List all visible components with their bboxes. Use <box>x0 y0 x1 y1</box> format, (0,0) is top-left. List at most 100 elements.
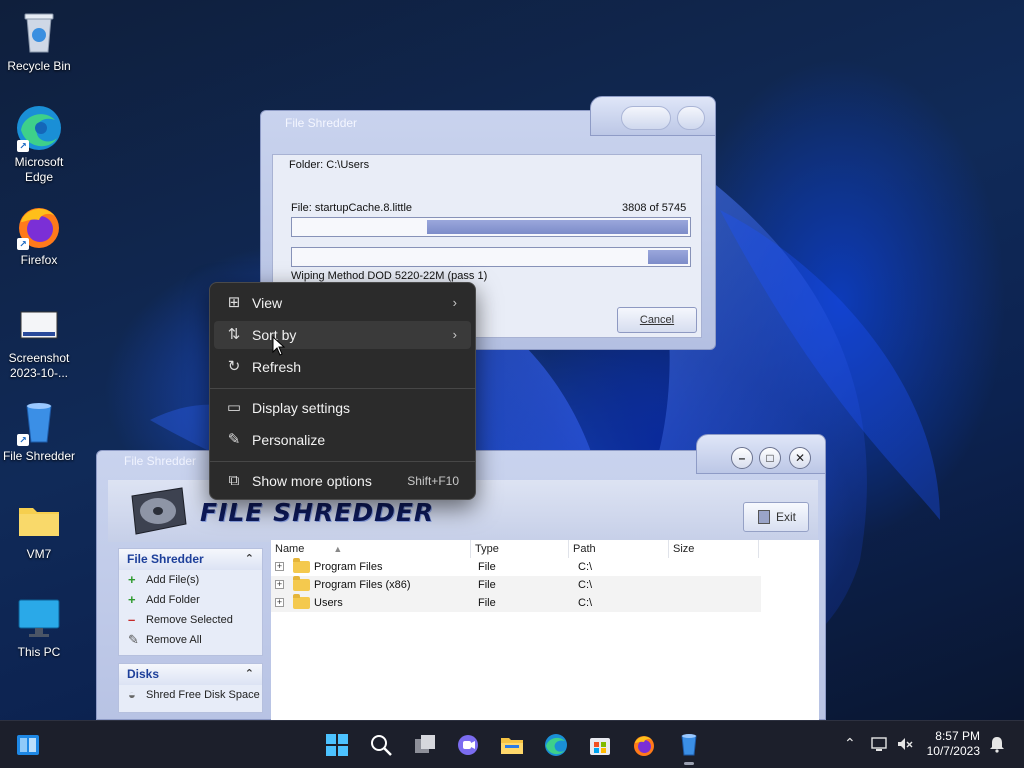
desktop-icon-screenshot[interactable]: Screenshot 2023-10-... <box>0 300 78 381</box>
network-icon[interactable] <box>870 735 888 756</box>
chevron-right-icon: › <box>452 327 457 342</box>
file-count: 3808 of 5745 <box>622 202 687 214</box>
table-row[interactable]: + Users File C:\ <box>271 594 761 612</box>
window-title: File Shredder <box>124 454 197 468</box>
running-indicator <box>684 762 694 765</box>
search-button[interactable] <box>369 733 393 757</box>
app-logo-text: FILE SHREDDER <box>200 498 435 527</box>
collapse-icon: ⌃ <box>244 553 254 565</box>
menu-item-display-settings[interactable]: ▭ Display settings <box>214 394 471 422</box>
menu-item-shortcut: Shift+F10 <box>407 474 459 488</box>
exit-button[interactable]: Exit <box>743 502 809 532</box>
maximize-button[interactable]: □ <box>759 447 781 469</box>
collapse-icon: ⌃ <box>244 668 254 680</box>
column-header-size[interactable]: Size <box>669 540 759 558</box>
cell-name: Program Files <box>314 561 383 573</box>
column-header-name[interactable]: Name ▲ <box>271 540 471 558</box>
add-folder-item[interactable]: + Add Folder <box>119 590 262 610</box>
firefox-taskbar-button[interactable] <box>632 733 656 757</box>
cell-type: File <box>478 579 496 591</box>
widgets-button[interactable] <box>16 733 40 757</box>
expand-icon[interactable]: + <box>275 580 284 589</box>
shortcut-arrow-icon: ↗ <box>17 238 29 250</box>
panel-header[interactable]: Disks ⌃ <box>119 664 262 685</box>
menu-item-sort-by[interactable]: ⇅ Sort by › <box>214 321 471 349</box>
chat-button[interactable] <box>456 733 480 757</box>
expand-icon: ⧉ <box>228 472 240 489</box>
pen-icon: ✎ <box>227 431 241 448</box>
desktop-icon-firefox[interactable]: ↗ Firefox <box>0 202 78 268</box>
cell-path: C:\ <box>578 579 593 591</box>
volume-muted-icon[interactable] <box>896 735 914 756</box>
column-header-path[interactable]: Path <box>569 540 669 558</box>
file-explorer-button[interactable] <box>500 733 524 757</box>
firefox-icon: ↗ <box>15 202 63 250</box>
clock-date: 10/7/2023 <box>926 744 980 758</box>
clock-time: 8:57 PM <box>935 729 980 743</box>
file-progress-fill <box>427 220 688 234</box>
item-label: Add Folder <box>146 594 200 606</box>
desktop-icon-edge[interactable]: ↗ Microsoft Edge <box>0 104 78 185</box>
grid-icon: ⊞ <box>227 294 241 311</box>
table-row[interactable]: + Program Files (x86) File C:\ <box>271 576 761 594</box>
menu-item-show-more-options[interactable]: ⧉ Show more options Shift+F10 <box>214 467 471 495</box>
minimize-button[interactable] <box>621 106 671 130</box>
menu-item-label: Show more options <box>252 473 372 489</box>
remove-selected-item[interactable]: – Remove Selected <box>119 610 262 630</box>
desktop-icon-recycle-bin[interactable]: Recycle Bin <box>0 8 78 74</box>
table-row[interactable]: + Program Files File C:\ <box>271 558 761 576</box>
desktop-icon-vm7[interactable]: VM7 <box>0 496 78 562</box>
cell-name: Program Files (x86) <box>314 579 411 591</box>
menu-item-label: Refresh <box>252 359 302 375</box>
expand-icon[interactable]: + <box>275 562 284 571</box>
file-progress-bar <box>291 217 691 237</box>
folder-icon <box>293 594 310 609</box>
desktop-icon-file-shredder[interactable]: ↗ File Shredder <box>0 398 78 464</box>
folder-icon <box>15 496 63 544</box>
menu-separator <box>210 388 475 389</box>
exit-door-icon <box>758 510 770 524</box>
minimize-button[interactable]: – <box>731 447 753 469</box>
menu-item-personalize[interactable]: ✎ Personalize <box>214 426 471 454</box>
close-button[interactable] <box>677 106 705 130</box>
pass-progress-bar <box>291 247 691 267</box>
dialog-title-tab <box>590 96 716 136</box>
menu-item-refresh[interactable]: ↻ Refresh <box>214 353 471 381</box>
folder-icon <box>293 558 310 573</box>
item-label: Add File(s) <box>146 574 200 586</box>
sort-ascending-icon: ▲ <box>333 544 343 554</box>
search-icon <box>371 735 392 756</box>
plus-icon: + <box>128 592 136 607</box>
column-header-type[interactable]: Type <box>471 540 569 558</box>
wiping-method-label: Wiping Method DOD 5220-22M (pass 1) <box>291 270 488 282</box>
display-icon: ▭ <box>226 399 242 416</box>
desktop-icon-label: Recycle Bin <box>7 59 71 73</box>
remove-all-item[interactable]: ✎ Remove All <box>119 630 262 650</box>
sort-icon: ⇅ <box>227 326 241 343</box>
close-button[interactable]: ✕ <box>789 447 811 469</box>
notification-icon[interactable] <box>988 735 1006 756</box>
monitor-icon <box>15 594 63 642</box>
menu-item-label: Personalize <box>252 432 326 448</box>
expand-icon[interactable]: + <box>275 598 284 607</box>
menu-item-view[interactable]: ⊞ View › <box>214 289 471 317</box>
cancel-button[interactable]: Cancel <box>617 307 697 333</box>
recycle-bin-icon <box>15 8 63 56</box>
store-button[interactable] <box>588 733 612 757</box>
dialog-title: File Shredder <box>285 116 358 130</box>
task-view-button[interactable] <box>413 733 437 757</box>
edge-taskbar-button[interactable] <box>544 733 568 757</box>
shortcut-arrow-icon: ↗ <box>17 140 29 152</box>
desktop-icon-label: File Shredder <box>2 449 76 463</box>
plus-icon: + <box>128 572 136 587</box>
show-hidden-icons-button[interactable]: ⌃ <box>844 735 856 752</box>
file-shredder-taskbar-button[interactable] <box>677 733 701 765</box>
clock[interactable]: 8:57 PM 10/7/2023 <box>927 729 980 759</box>
panel-header[interactable]: File Shredder ⌃ <box>119 549 262 570</box>
add-files-item[interactable]: + Add File(s) <box>119 570 262 590</box>
desktop-icon-this-pc[interactable]: This PC <box>0 594 78 660</box>
start-button[interactable] <box>325 733 349 757</box>
file-list: Name ▲ Type Path Size + Program Files Fi… <box>271 540 819 720</box>
window-title-tab: – □ ✕ <box>696 434 826 474</box>
shred-free-space-item[interactable]: ◒ Shred Free Disk Space <box>119 685 262 705</box>
